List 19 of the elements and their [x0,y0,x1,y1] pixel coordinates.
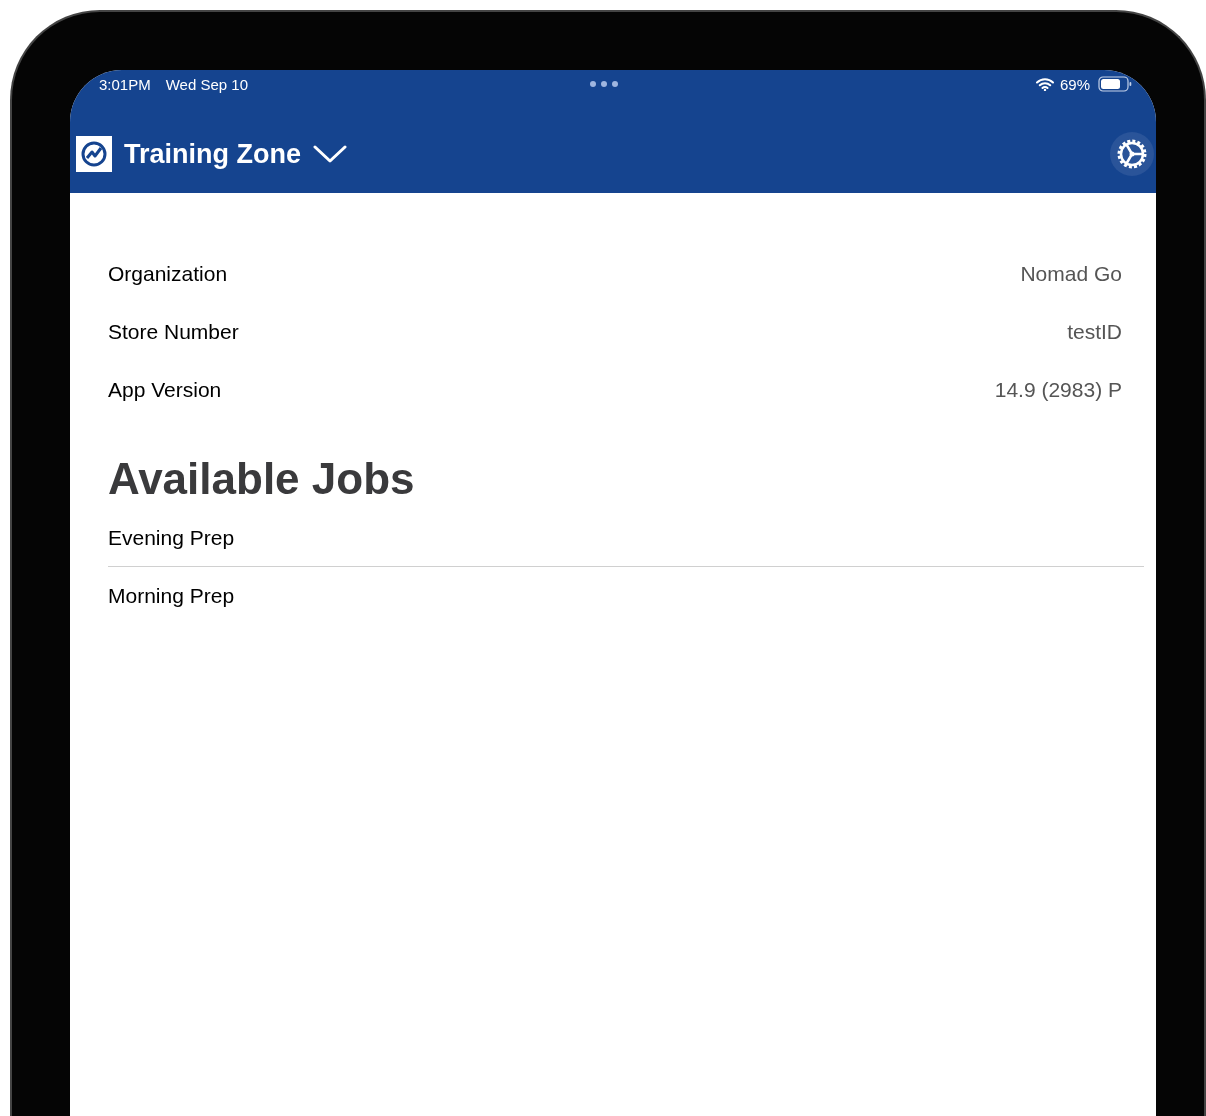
battery-percent: 69% [1059,75,1090,93]
status-date: Wed Sep 10 [165,75,248,93]
wifi-icon [1035,77,1054,91]
info-label: Store Number [108,320,239,344]
settings-button[interactable] [1110,132,1154,176]
info-value: 14.9 (2983) P [994,378,1122,402]
multitasking-dots-icon[interactable] [589,80,619,88]
info-value: testID [1067,320,1122,344]
battery-icon [1098,76,1132,92]
job-item[interactable]: Evening Prep [108,509,1144,566]
info-label: App Version [108,378,222,402]
chevron-down-icon [313,144,347,164]
status-time: 3:01PM [99,75,151,93]
app-logo-icon [76,136,112,172]
section-heading: Available Jobs [108,457,416,501]
job-item[interactable]: Morning Prep [108,567,1144,624]
workspace-dropdown[interactable]: Training Zone [112,138,347,170]
info-label: Organization [108,262,228,286]
info-value: Nomad Go [1020,262,1122,286]
